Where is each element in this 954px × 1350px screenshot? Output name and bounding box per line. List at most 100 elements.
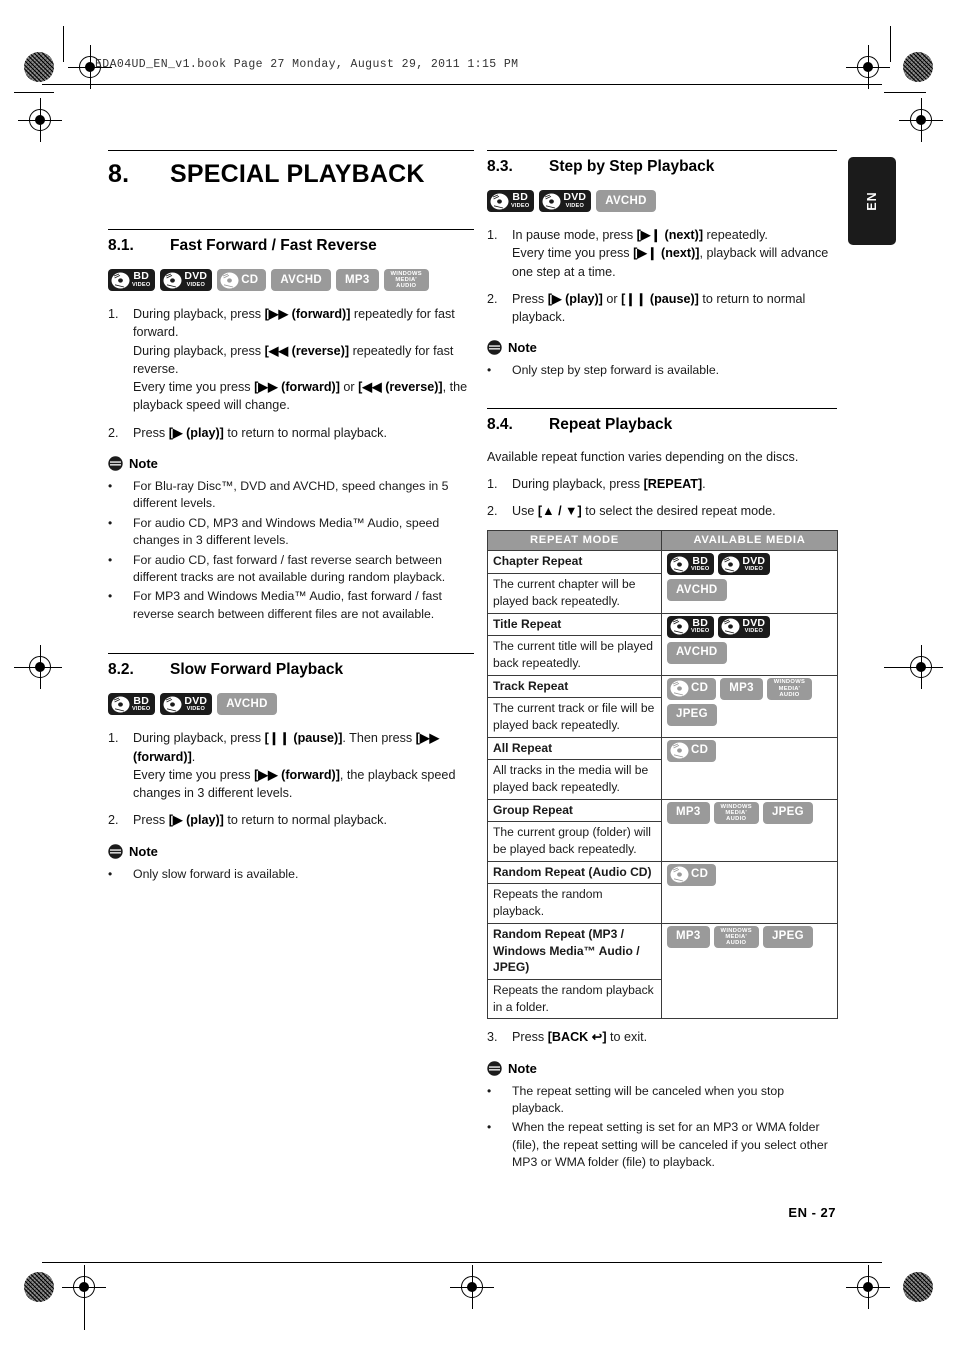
registration-mark-bottom-right xyxy=(846,1265,890,1309)
header-rule xyxy=(42,84,882,85)
registration-mark-bottom-center xyxy=(450,1265,494,1309)
language-tab-label: EN xyxy=(865,191,879,211)
halftone-mark-top-left xyxy=(24,52,54,82)
repeat-mode-desc: The current track or file will be played… xyxy=(487,697,662,738)
badge-avchd: AVCHD xyxy=(667,641,727,664)
section-84-title: Repeat Playback xyxy=(549,415,673,433)
step-item: 3. Press [BACK ↩] to exit. xyxy=(487,1030,648,1045)
note-item: • Only step by step forward is available. xyxy=(487,363,720,378)
section-81-heading: 8.1. Fast Forward / Fast Reverse xyxy=(108,230,474,255)
note-title: Note xyxy=(129,843,158,859)
badge-dvd-video: DVD VIDEO xyxy=(718,553,771,576)
disc-icon xyxy=(111,696,130,713)
step-item: 1. During playback, press [REPEAT]. xyxy=(487,476,706,491)
note-item: • The repeat setting will be canceled whe… xyxy=(487,1083,785,1115)
section-83-rule: 8.3. Step by Step Playback xyxy=(487,150,837,176)
repeat-media-cell: CD xyxy=(661,736,838,800)
step-item: 2. Use [▲ / ▼] to select the desired rep… xyxy=(487,504,776,519)
step-item: 2. Press [▶ (play)] to return to normal … xyxy=(108,425,387,440)
section-83-title: Step by Step Playback xyxy=(549,158,715,175)
chapter-rule: 8. SPECIAL PLAYBACK xyxy=(108,150,474,189)
section-81-rule: 8.1. Fast Forward / Fast Reverse xyxy=(108,229,474,255)
repeat-media-cell: BD VIDEO DVD VIDEO AVCHD xyxy=(661,612,838,676)
section-84-steps: 1. During playback, press [REPEAT]. 2. U… xyxy=(487,475,837,521)
section-81-steps: 1. During playback, press [▶▶ (forward)]… xyxy=(108,305,474,442)
trim-mark-vertical-bottom-left xyxy=(84,1300,85,1330)
section-83-media-badges: BD VIDEO DVD VIDEO AVCHD xyxy=(487,190,837,212)
note-icon xyxy=(487,340,502,355)
section-83-steps: 1. In pause mode, press [▶❙ (next)] repe… xyxy=(487,226,837,326)
repeat-mode-name: Chapter Repeat xyxy=(487,550,662,575)
repeat-mode-name: Track Repeat xyxy=(487,674,662,699)
halftone-mark-bottom-right xyxy=(903,1272,933,1302)
note-item: • For audio CD, fast forward / fast rever… xyxy=(108,552,446,585)
table-row: Random Repeat (Audio CD) CD xyxy=(487,860,838,924)
badge-bd-video: BD VIDEO xyxy=(108,693,156,716)
badge-avchd: AVCHD xyxy=(217,693,277,716)
disc-icon xyxy=(163,272,182,289)
page-footer: EN - 27 xyxy=(788,1205,836,1220)
registration-mark-top-right xyxy=(846,45,890,89)
column-header-repeat-mode: REPEAT MODE xyxy=(487,530,662,552)
repeat-mode-name: Group Repeat xyxy=(487,798,662,823)
badge-jpeg: JPEG xyxy=(762,801,813,824)
badge-mp3: MP3 xyxy=(667,925,710,948)
repeat-mode-desc: Repeats the random playback in a folder. xyxy=(487,978,662,1020)
badge-cd: CD xyxy=(667,863,717,886)
section-82-notes: • Only slow forward is available. xyxy=(108,866,474,883)
badge-bd-video: BD VIDEO xyxy=(108,269,156,291)
badge-bd-video: BD VIDEO xyxy=(667,615,715,638)
badge-windows-media-audio: WINDOWS MEDIA’ AUDIO xyxy=(713,925,759,948)
section-81-notes: • For Blu-ray Disc™, DVD and AVCHD, speed… xyxy=(108,478,474,624)
badge-cd: CD xyxy=(217,269,267,291)
note-header: Note xyxy=(487,1061,837,1076)
badge-bd-video: BD VIDEO xyxy=(487,190,535,212)
badge-dvd-video: DVD VIDEO xyxy=(160,693,213,716)
note-icon xyxy=(108,843,123,859)
language-tab-en: EN xyxy=(848,157,896,245)
repeat-media-cell: CD MP3 WINDOWS MEDIA’ AUDIO JPEG xyxy=(661,674,838,738)
badge-bd-video-text: BD VIDEO xyxy=(132,270,151,288)
section-84-heading: 8.4. Repeat Playback xyxy=(487,409,837,434)
badge-mp3: MP3 xyxy=(335,269,379,291)
section-81-number: 8.1. xyxy=(108,237,134,254)
section-84-rule: 8.4. Repeat Playback xyxy=(487,407,837,434)
section-84-number: 8.4. xyxy=(487,415,513,433)
repeat-mode-desc: All tracks in the media will be played b… xyxy=(487,759,662,800)
trim-mark-horizontal-bottom xyxy=(42,1262,882,1263)
badge-cd: CD xyxy=(667,739,717,762)
note-item: • For MP3 and Windows Media™ Audio, fast … xyxy=(108,589,442,621)
table-row: All Repeat CD xyxy=(487,736,838,800)
section-82-heading: 8.2. Slow Forward Playback xyxy=(108,654,474,679)
badge-bd-video: BD VIDEO xyxy=(667,553,715,576)
column-header-available-media: AVAILABLE MEDIA xyxy=(661,530,838,552)
badge-jpeg: JPEG xyxy=(762,925,813,948)
disc-icon xyxy=(670,618,689,635)
registration-mark-right-2 xyxy=(899,98,943,142)
note-title: Note xyxy=(129,455,158,471)
badge-avchd: AVCHD xyxy=(667,579,727,602)
disc-icon xyxy=(670,742,689,759)
section-81-title: Fast Forward / Fast Reverse xyxy=(170,237,377,254)
repeat-media-cell: MP3 WINDOWS MEDIA’ AUDIO JPEG xyxy=(661,798,838,862)
section-84-steps-after-table: 3. Press [BACK ↩] to exit. xyxy=(487,1028,837,1046)
badge-mp3: MP3 xyxy=(720,677,763,700)
note-header: Note xyxy=(487,340,837,355)
repeat-mode-table: REPEAT MODE AVAILABLE MEDIA Chapter Repe… xyxy=(487,530,838,1020)
note-header: Note xyxy=(108,844,474,859)
section-82-rule: 8.2. Slow Forward Playback xyxy=(108,653,474,679)
trim-mark-horizontal-right xyxy=(884,92,926,93)
badge-windows-media-audio: WINDOWS MEDIA’ AUDIO xyxy=(713,801,759,824)
disc-icon xyxy=(111,272,130,289)
step-item: 2. Press [▶ (play)] to return to normal … xyxy=(108,813,387,828)
note-item: • When the repeat setting is set for an M… xyxy=(487,1120,828,1170)
trim-mark-vertical-left xyxy=(63,26,64,62)
section-82-media-badges: BD VIDEO DVD VIDEO AVCHD xyxy=(108,693,474,716)
trim-mark-horizontal-left-3 xyxy=(14,667,54,668)
repeat-mode-name: Random Repeat (Audio CD) xyxy=(487,860,662,885)
badge-cd: CD xyxy=(667,677,717,700)
section-82-steps: 1. During playback, press [❙❙ (pause)]. … xyxy=(108,729,474,829)
badge-dvd-video: DVD VIDEO xyxy=(539,190,592,212)
repeat-mode-desc: The current chapter will be played back … xyxy=(487,573,662,614)
section-83-number: 8.3. xyxy=(487,158,513,175)
